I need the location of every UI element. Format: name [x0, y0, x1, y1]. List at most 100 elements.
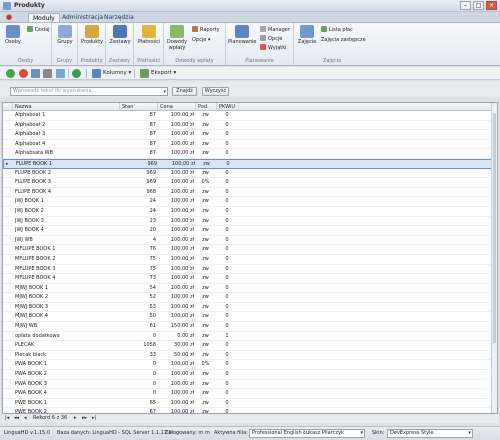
cell-pkwiu: 0 — [225, 351, 229, 358]
maximize-icon[interactable]: □ — [473, 1, 484, 10]
grupy-button[interactable]: Grupy — [53, 25, 77, 45]
osoby-button[interactable]: Osoby — [1, 25, 25, 45]
cell-stan: 73 — [149, 275, 156, 282]
table-row[interactable]: JWJ BOOK 3 23 100,00 zł zw 0 — [3, 217, 493, 227]
edit-icon[interactable] — [56, 69, 65, 78]
table-row[interactable]: PWA BOOK 4 0 100,00 zł zw 0 — [3, 389, 493, 399]
table-row[interactable]: PWA BOOK 3 0 100,00 zł zw 0 — [3, 380, 493, 390]
table-row[interactable]: FLUPE BOOK 2 969 100,00 zł zw 0 — [3, 169, 493, 179]
table-row[interactable]: MJWJ BOOK 1 54 100,00 zł zw 0 — [3, 284, 493, 294]
search-icon[interactable] — [31, 69, 40, 78]
cell-pkwiu: 0 — [225, 323, 229, 330]
cell-nazwa: JWJ BOOK 2 — [15, 207, 44, 214]
dowody-wplaty-button[interactable]: Dowody wpłaty — [165, 25, 189, 51]
last-record-icon[interactable]: ▸| — [92, 415, 96, 422]
zajecia-zastepcze-button[interactable]: Zajęcia zastępcze — [321, 36, 366, 44]
export-button[interactable]: Eksport ▾ — [151, 70, 176, 76]
cell-cena: 100,00 zł — [170, 246, 194, 253]
skin-select[interactable]: DevExpress Style ▾ — [387, 429, 473, 438]
table-row[interactable]: MFLUPE BOOK 4 73 100,00 zł zw 0 — [3, 274, 493, 284]
prev-page-icon[interactable]: ◂◂ — [14, 415, 19, 422]
cell-cena: 30,00 zł — [174, 342, 194, 349]
table-row[interactable]: Alphaboat 3 87 100,00 zł zw 0 — [3, 130, 493, 140]
refresh-icon[interactable] — [72, 69, 81, 78]
chevron-down-icon[interactable]: ▾ — [163, 89, 166, 96]
table-row[interactable]: PWE BOOK 1 65 100,00 zł zw 0 — [3, 399, 493, 409]
cell-cena: 100,00 zł — [170, 179, 194, 186]
produkty-button[interactable]: Produkty — [80, 25, 104, 45]
table-row[interactable]: PLECAK 1058 30,00 zł zw 0 — [3, 341, 493, 351]
table-row[interactable]: MJWJ BOOK 3 53 100,00 zł zw 0 — [3, 303, 493, 313]
table-row[interactable]: FLUPE BOOK 4 968 100,00 zł zw 0 — [3, 188, 493, 198]
planowanie-button[interactable]: Planowanie — [228, 25, 256, 45]
column-header-pod[interactable]: Pod. — [196, 103, 217, 111]
table-row[interactable]: Alphaboat 1 87 100,00 zł zw 0 — [3, 111, 493, 121]
find-button[interactable]: Znajdź — [172, 87, 197, 96]
add-person-button[interactable]: Dodaj — [27, 26, 50, 34]
zajecia-button[interactable]: Zajęcia — [295, 25, 319, 45]
search-input[interactable]: Wprowadź tekst do wyszukania... ▾ — [10, 87, 168, 96]
columns-button[interactable]: Kolumny ▾ — [103, 70, 131, 76]
column-header-nazwa[interactable]: Nazwa — [13, 103, 120, 111]
table-row[interactable]: JWJ BOOK 1 24 100,00 zł zw 0 — [3, 197, 493, 207]
table-row[interactable]: MFLUPE BOOK 2 75 100,00 zł zw 0 — [3, 255, 493, 265]
first-record-icon[interactable]: |◂ — [5, 415, 9, 422]
tab-narzedzia[interactable]: Narzędzia — [100, 13, 138, 22]
cell-cena: 100,00 zł — [170, 112, 194, 118]
column-header-pkwiu[interactable]: PKWiU — [217, 103, 239, 111]
table-row[interactable]: Alphaboat 4 87 100,00 zł zw 0 — [3, 140, 493, 150]
table-row[interactable]: PWA BOOK 2 0 100,00 zł zw 0 — [3, 370, 493, 380]
next-record-icon[interactable]: ▸ — [74, 415, 77, 422]
delete-icon[interactable] — [19, 69, 28, 78]
close-icon[interactable]: × — [486, 1, 497, 10]
zestawy-button[interactable]: Zestawy — [108, 25, 132, 45]
cell-nazwa: JWJ WB — [15, 236, 33, 243]
prev-record-icon[interactable]: ◂ — [24, 415, 27, 422]
toolbar-separator — [68, 69, 69, 78]
manager-button[interactable]: Manager — [260, 26, 290, 34]
table-row[interactable]: Alphaboat 2 87 100,00 zł zw 0 — [3, 121, 493, 131]
minimize-icon[interactable]: – — [460, 1, 471, 10]
vertical-scrollbar[interactable] — [491, 103, 497, 413]
cell-nazwa: PWE BOOK 1 — [15, 399, 47, 406]
platnosci-button[interactable]: Płatności — [137, 25, 161, 45]
column-header-stan[interactable]: Stan — [120, 103, 158, 111]
cell-pkwiu: 0 — [225, 399, 229, 406]
next-page-icon[interactable]: ▸▸ — [82, 415, 87, 422]
table-row[interactable]: Alphabsata WB 87 100,00 zł zw 0 — [3, 149, 493, 159]
lista-plac-button[interactable]: Lista płac — [321, 26, 353, 34]
table-row[interactable]: MFLUPE BOOK 3 75 100,00 zł zw 0 — [3, 265, 493, 275]
branch-select[interactable]: Professional English Łukasz Pilarczyk ▾ — [249, 429, 365, 438]
cell-stan: 54 — [149, 284, 156, 291]
cell-stan: 75 — [149, 255, 156, 262]
table-row[interactable]: JWJ WB 4 100,00 zł zw 0 — [3, 236, 493, 246]
table-row[interactable]: ▸ FLUPE BOOK 1 969 100,00 zł zw 0 — [3, 158, 493, 169]
scrollbar-thumb[interactable] — [493, 113, 496, 343]
clear-button[interactable]: Wyczyść — [202, 87, 229, 96]
table-row[interactable]: MJWJ BOOK 4 50 100,00 zł zw 0 — [3, 312, 493, 323]
cell-stan: 87 — [149, 131, 156, 138]
table-row[interactable]: PWA BOOK 1 0 100,00 zł 0% 0 — [3, 360, 493, 371]
table-row[interactable]: opłata dodatkowa 0 0,00 zł zw 1 — [3, 332, 493, 342]
payment-icon — [142, 25, 156, 38]
cell-nazwa: PWA BOOK 1 — [15, 361, 47, 368]
app-menu-icon[interactable]: ● — [2, 13, 16, 22]
opcje-dropdown[interactable]: Opcje ▾ — [192, 36, 210, 44]
skin-label: Skin: — [372, 430, 385, 436]
table-row[interactable]: MFLUPE BOOK 1 76 100,00 zł zw 0 — [3, 245, 493, 255]
table-row[interactable]: MJWJ WB 61 150,00 zł zw 0 — [3, 322, 493, 332]
opcje-button[interactable]: Opcje — [260, 35, 282, 43]
print-icon[interactable] — [43, 69, 52, 78]
table-row[interactable]: Plecak black 33 50,00 zł zw 0 — [3, 351, 493, 361]
cell-stan: 87 — [149, 112, 156, 118]
column-header-cena[interactable]: Cena — [158, 103, 196, 111]
table-row[interactable]: JWJ BOOK 2 24 100,00 zł zw 0 — [3, 207, 493, 217]
raporty-button[interactable]: Raporty — [192, 26, 220, 34]
table-row[interactable]: MJWJ BOOK 2 52 100,00 zł zw 0 — [3, 293, 493, 303]
cell-pod: zw — [202, 207, 209, 214]
table-row[interactable]: JWJ BOOK 4 20 100,00 zł zw 0 — [3, 226, 493, 236]
wyjatki-button[interactable]: Wyjątki — [260, 44, 287, 52]
table-row[interactable]: FLUPE BOOK 3 969 100,00 zł 0% 0 — [3, 178, 493, 188]
add-icon[interactable] — [6, 69, 15, 78]
cell-cena: 100,00 zł — [170, 198, 194, 205]
